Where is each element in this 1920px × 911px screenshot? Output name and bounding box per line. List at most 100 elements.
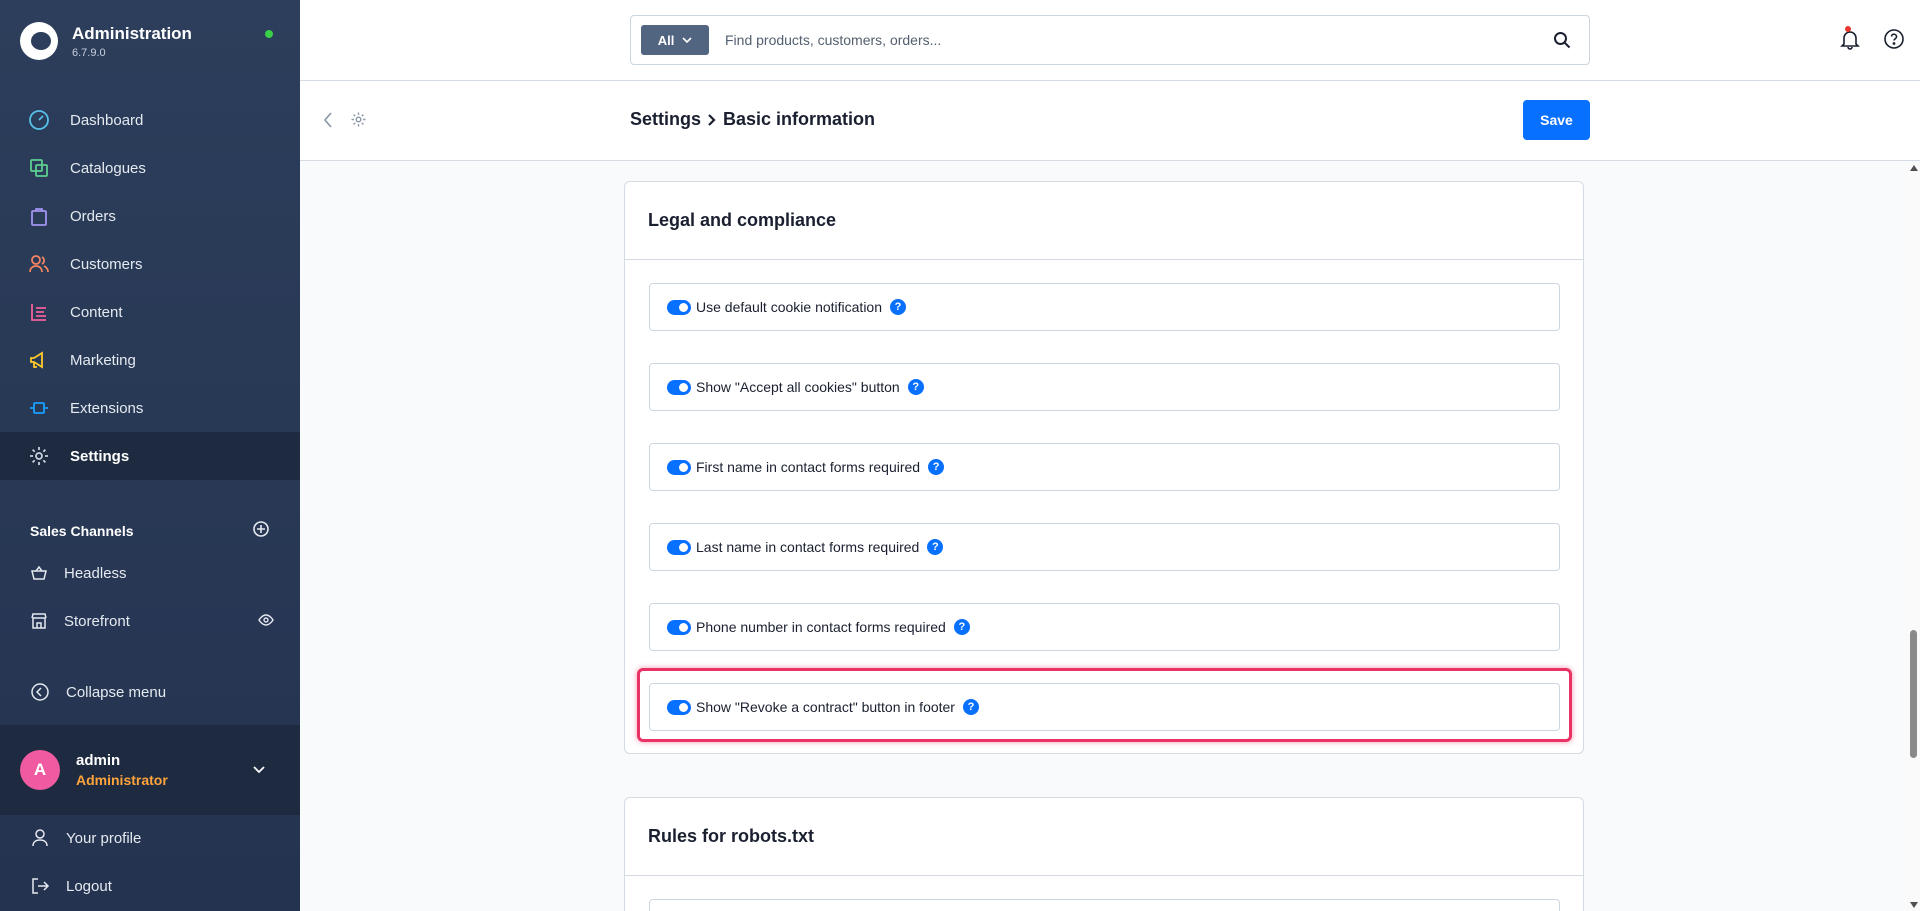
search-type-select[interactable]: All — [641, 25, 709, 55]
switch-label: Use default cookie notification — [696, 299, 882, 315]
help-tooltip-icon[interactable]: ? — [962, 699, 979, 715]
storefront-icon — [30, 612, 48, 630]
nav-item-label: Content — [70, 303, 123, 321]
search-input[interactable] — [725, 32, 1525, 48]
brand[interactable]: Administration 6.7.9.0 — [20, 22, 192, 60]
switch-revoke-contract-button[interactable]: Show "Revoke a contract" button in foote… — [649, 683, 1560, 731]
help-tooltip-icon[interactable]: ? — [927, 539, 944, 555]
logout-icon — [30, 876, 50, 896]
nav-item-customers[interactable]: Customers — [0, 240, 300, 288]
orders-icon — [28, 205, 50, 227]
nav-item-label: Customers — [70, 255, 143, 273]
help-tooltip-icon[interactable]: ? — [953, 619, 970, 635]
robots-field[interactable] — [649, 899, 1560, 911]
sales-channel-storefront[interactable]: Storefront — [30, 612, 274, 630]
status-dot-icon — [265, 30, 273, 38]
user-role: Administrator — [76, 772, 168, 788]
notification-badge — [1845, 26, 1851, 32]
switch-label: First name in contact forms required — [696, 459, 921, 475]
switch-last-name-required[interactable]: Last name in contact forms required ? — [649, 523, 1560, 571]
card-title: Legal and compliance — [625, 182, 1583, 260]
nav-item-orders[interactable]: Orders — [0, 192, 300, 240]
save-button[interactable]: Save — [1523, 100, 1590, 140]
chevron-right-icon — [708, 113, 716, 126]
switch-label: Show "Revoke a contract" button in foote… — [696, 699, 955, 715]
help-tooltip-icon[interactable]: ? — [890, 299, 906, 315]
marketing-icon — [28, 349, 50, 371]
scroll-up-arrow-icon[interactable] — [1910, 165, 1918, 171]
nav-item-label: Orders — [70, 207, 116, 225]
toggle-switch[interactable] — [667, 299, 691, 315]
add-sales-channel-icon[interactable] — [252, 520, 270, 541]
gear-icon — [350, 111, 367, 133]
basket-icon — [30, 564, 48, 582]
page-title: Basic information — [723, 109, 876, 129]
search-type-label: All — [657, 32, 675, 48]
robots-rules-card: Rules for robots.txt — [624, 797, 1584, 911]
global-search: All — [630, 15, 1590, 65]
settings-icon — [28, 445, 50, 467]
nav-item-label: Dashboard — [70, 111, 144, 129]
nav-item-label: Marketing — [70, 351, 136, 369]
chevron-down-icon[interactable] — [252, 762, 266, 780]
logout-label: Logout — [66, 877, 112, 895]
your-profile-label: Your profile — [66, 829, 142, 847]
scroll-down-arrow-icon[interactable] — [1910, 902, 1918, 908]
toggle-switch[interactable] — [667, 539, 691, 555]
nav-item-label: Extensions — [70, 399, 144, 417]
user-menu[interactable]: A admin Administrator — [0, 725, 300, 815]
switch-accept-all-cookies[interactable]: Show "Accept all cookies" button ? — [649, 363, 1560, 411]
search-icon[interactable] — [1553, 31, 1571, 54]
dashboard-icon — [28, 109, 50, 131]
app-title: Administration — [72, 23, 192, 43]
nav-item-settings[interactable]: Settings — [0, 432, 300, 480]
sales-channel-label: Headless — [64, 564, 127, 582]
notifications-bell-icon[interactable] — [1839, 28, 1861, 55]
app-version: 6.7.9.0 — [72, 46, 106, 59]
top-bar: All — [300, 0, 1920, 81]
page-scrollbar[interactable] — [1907, 162, 1920, 911]
help-tooltip-icon[interactable]: ? — [907, 379, 924, 395]
nav-item-catalogues[interactable]: Catalogues — [0, 144, 300, 192]
smart-bar: Settings Basic information Save — [300, 81, 1920, 161]
scroll-thumb[interactable] — [1910, 630, 1917, 758]
toggle-switch[interactable] — [667, 379, 691, 395]
nav-item-dashboard[interactable]: Dashboard — [0, 96, 300, 144]
sales-channels-header: Sales Channels — [30, 520, 270, 541]
card-title: Rules for robots.txt — [625, 798, 1583, 876]
toggle-switch[interactable] — [667, 619, 691, 635]
switch-label: Phone number in contact forms required — [696, 619, 946, 635]
customers-icon — [28, 253, 50, 275]
back-arrow-icon[interactable] — [322, 111, 334, 134]
chevron-down-icon — [682, 36, 692, 43]
switch-cookie-notification[interactable]: Use default cookie notification ? — [649, 283, 1560, 331]
user-name: admin — [76, 752, 121, 769]
catalogue-icon — [28, 157, 50, 179]
breadcrumb: Settings Basic information — [630, 109, 875, 130]
switch-phone-required[interactable]: Phone number in contact forms required ? — [649, 603, 1560, 651]
logout-link[interactable]: Logout — [30, 876, 112, 896]
nav-item-label: Settings — [70, 447, 130, 465]
your-profile-link[interactable]: Your profile — [30, 828, 141, 848]
switch-label: Show "Accept all cookies" button — [696, 379, 900, 395]
eye-icon[interactable] — [258, 613, 274, 630]
sidebar: Administration 6.7.9.0 Dashboard Catalog… — [0, 0, 300, 911]
shopware-logo-icon — [20, 22, 58, 60]
breadcrumb-parent[interactable]: Settings — [630, 109, 701, 130]
toggle-switch[interactable] — [667, 699, 691, 715]
collapse-menu-label: Collapse menu — [66, 683, 167, 701]
switch-label: Last name in contact forms required — [696, 539, 920, 555]
sales-channels-title: Sales Channels — [30, 522, 134, 539]
avatar: A — [20, 750, 60, 790]
help-icon[interactable] — [1883, 28, 1905, 55]
help-tooltip-icon[interactable]: ? — [928, 459, 945, 475]
toggle-switch[interactable] — [667, 459, 691, 475]
switch-first-name-required[interactable]: First name in contact forms required ? — [649, 443, 1560, 491]
sales-channel-headless[interactable]: Headless — [30, 564, 274, 582]
nav-item-marketing[interactable]: Marketing — [0, 336, 300, 384]
main-nav: Dashboard Catalogues Orders Customers Co… — [0, 96, 300, 480]
collapse-menu-button[interactable]: Collapse menu — [30, 682, 166, 702]
nav-item-extensions[interactable]: Extensions — [0, 384, 300, 432]
nav-item-content[interactable]: Content — [0, 288, 300, 336]
content-icon — [28, 301, 50, 323]
